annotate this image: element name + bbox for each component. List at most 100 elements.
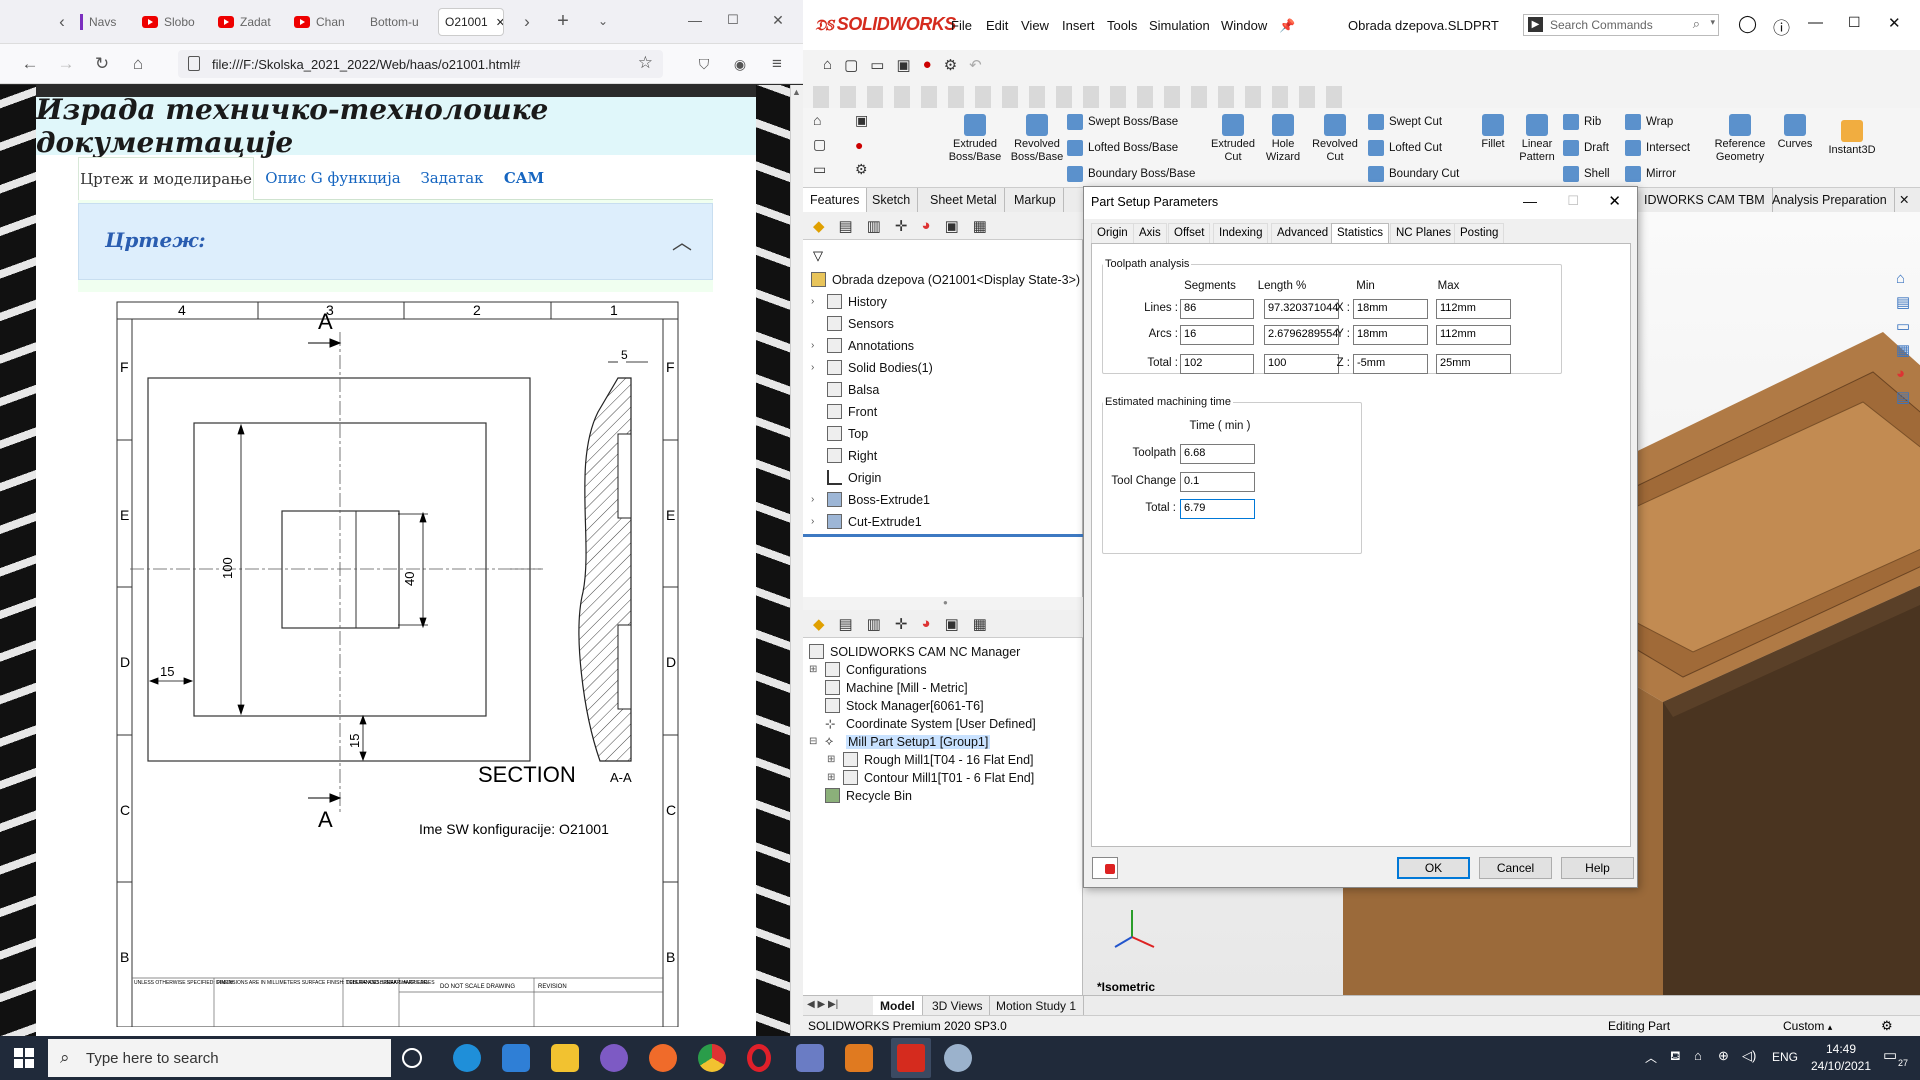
tab-list-icon[interactable]: ⌄ (593, 11, 613, 31)
tab-scroll-right-icon[interactable]: › (517, 12, 537, 32)
extruded-cut-button[interactable]: Extruded Cut (1207, 114, 1259, 164)
feature-manager-icon[interactable]: ◆ (813, 217, 825, 235)
feature-manager-icon[interactable]: ◆ (813, 615, 825, 633)
tab-task[interactable]: Задатак (412, 157, 492, 200)
cam-app-icon[interactable] (944, 1044, 972, 1072)
tree-item[interactable]: Right (811, 448, 877, 463)
configuration-manager-icon[interactable]: ▥ (867, 217, 881, 235)
tree-item[interactable]: ⊹ Coordinate System [User Defined] (809, 716, 1036, 732)
y-min-field[interactable]: 18mm (1353, 325, 1428, 345)
tree-item[interactable]: › Annotations (811, 338, 914, 353)
custom-properties-icon[interactable]: ▤ (1896, 388, 1910, 406)
taskbar-search-input[interactable]: ⌕ Type here to search (48, 1039, 391, 1077)
browser-tab[interactable]: Navs (80, 10, 128, 34)
home-resources-icon[interactable]: ⌂ (1896, 270, 1910, 287)
tab-axis[interactable]: Axis (1133, 223, 1167, 243)
browser-tab[interactable]: Bottom-u (370, 10, 432, 34)
linear-pattern-button[interactable]: Linear Pattern (1515, 114, 1559, 164)
cortana-icon[interactable] (402, 1048, 422, 1068)
tree-item[interactable]: Sensors (811, 316, 894, 331)
rebuild-status-icon[interactable]: ⚙ (1881, 1018, 1893, 1034)
expand-icon[interactable]: ⊞ (827, 772, 837, 783)
revolved-cut-button[interactable]: Revolved Cut (1309, 114, 1361, 164)
tree-item[interactable]: ⊞ Configurations (809, 662, 927, 677)
arcs-segments-field[interactable]: 16 (1180, 325, 1254, 345)
tree-item[interactable]: ⊞ Contour Mill1[T01 - 6 Flat End] (827, 770, 1034, 785)
search-commands-input[interactable]: ▶ Search Commands ⌕ ▾ (1523, 14, 1719, 36)
design-library-icon[interactable]: ▤ (1896, 293, 1910, 311)
shell-button[interactable]: Shell (1563, 166, 1610, 182)
options-gear-icon[interactable]: ⚙ (855, 161, 868, 178)
browser-tab[interactable]: Chan (294, 10, 350, 34)
tree-item[interactable]: Balsa (811, 382, 879, 397)
menu-window[interactable]: Window (1221, 18, 1267, 33)
property-manager-icon[interactable]: ▤ (839, 615, 853, 633)
cam-setup-icon[interactable] (1092, 857, 1118, 879)
tree-item[interactable]: Machine [Mill - Metric] (809, 680, 968, 695)
home-icon[interactable]: ⌂ (813, 112, 826, 128)
tab-model[interactable]: Model (873, 996, 923, 1016)
extruded-boss-button[interactable]: Extruded Boss/Base (946, 114, 1004, 164)
tree-item[interactable]: › Cut-Extrude1 (811, 514, 922, 529)
expand-icon[interactable]: › (811, 494, 821, 505)
firefox-icon[interactable] (649, 1044, 677, 1072)
boundary-boss-button[interactable]: Boundary Boss/Base (1067, 166, 1195, 182)
splitter-handle[interactable]: ● (943, 598, 948, 607)
cancel-button[interactable]: Cancel (1479, 857, 1552, 879)
windows-start-icon[interactable] (14, 1048, 34, 1068)
expand-icon[interactable]: › (811, 362, 821, 373)
tab-offset[interactable]: Offset (1168, 223, 1211, 243)
total-time-field[interactable]: 6.79 (1180, 499, 1255, 519)
cam-operation-tree-icon[interactable]: ▦ (973, 217, 987, 235)
tab-drawing-modeling[interactable]: Цртеж и моделирање (78, 157, 254, 200)
tree-item[interactable]: › History (811, 294, 887, 309)
tree-item[interactable]: Origin (811, 470, 881, 485)
file-explorer-icon[interactable]: ▭ (1896, 317, 1910, 335)
notifications-icon[interactable]: ▭ (1883, 1046, 1897, 1064)
tab-3d-views[interactable]: 3D Views (925, 996, 991, 1016)
boundary-cut-button[interactable]: Boundary Cut (1368, 166, 1459, 182)
close-icon[interactable]: ✕ (1608, 192, 1621, 210)
minimize-icon[interactable]: — (1523, 193, 1537, 209)
reload-icon[interactable]: ↻ (92, 54, 112, 74)
help-button[interactable]: Help (1561, 857, 1634, 879)
tab-nc-planes[interactable]: NC Planes (1390, 223, 1457, 243)
tab-nav-arrows-icon[interactable]: ◀ ▶ ▶| (807, 999, 838, 1010)
total-segments-field[interactable]: 102 (1180, 354, 1254, 374)
tree-item[interactable]: Top (811, 426, 868, 441)
tab-origin[interactable]: Origin (1091, 223, 1134, 243)
tab-features[interactable]: Features (803, 188, 868, 212)
bookmark-star-icon[interactable]: ☆ (638, 53, 653, 73)
expand-icon[interactable]: › (811, 340, 821, 351)
swept-boss-button[interactable]: Swept Boss/Base (1067, 114, 1178, 130)
tab-scroll-left-icon[interactable]: ‹ (52, 12, 72, 32)
tab-statistics[interactable]: Statistics (1331, 223, 1390, 244)
tray-app-icon[interactable]: ⛾ (1670, 1048, 1681, 1066)
new-document-icon[interactable]: ▢ (844, 56, 858, 74)
opera-icon[interactable] (747, 1044, 771, 1072)
close-window-icon[interactable]: ✕ (1888, 14, 1901, 32)
tree-item[interactable]: › Boss-Extrude1 (811, 492, 930, 507)
menu-simulation[interactable]: Simulation (1149, 18, 1210, 33)
maximize-icon[interactable]: ☐ (1848, 14, 1861, 31)
tool-change-time-field[interactable]: 0.1 (1180, 472, 1255, 492)
tree-item[interactable]: Front (811, 404, 877, 419)
lofted-boss-button[interactable]: Lofted Boss/Base (1067, 140, 1178, 156)
close-tab-icon[interactable]: ✕ (496, 16, 503, 29)
open-icon[interactable]: ▭ (870, 56, 884, 74)
media-player-icon[interactable] (796, 1044, 824, 1072)
tab-posting[interactable]: Posting (1454, 223, 1505, 243)
z-max-field[interactable]: 25mm (1436, 354, 1511, 374)
pocket-icon[interactable]: ⛉ (694, 54, 714, 74)
minimize-icon[interactable]: — (1808, 14, 1823, 31)
tab-solidworks-cam-tbm[interactable]: IDWORKS CAM TBM (1637, 188, 1773, 212)
clock-date[interactable]: 24/10/2021 (1802, 1059, 1880, 1073)
revolved-boss-button[interactable]: Revolved Boss/Base (1008, 114, 1066, 164)
cam-operation-tree-icon[interactable]: ▦ (973, 615, 987, 633)
extensions-icon[interactable]: ◉ (730, 54, 750, 74)
new-tab-icon[interactable]: + (553, 11, 573, 31)
tree-item[interactable]: › Solid Bodies(1) (811, 360, 933, 375)
appearances-icon[interactable]: ◕ (1896, 365, 1910, 382)
tab-sheet-metal[interactable]: Sheet Metal (923, 188, 1005, 212)
view-palette-icon[interactable]: ▦ (1896, 341, 1910, 359)
